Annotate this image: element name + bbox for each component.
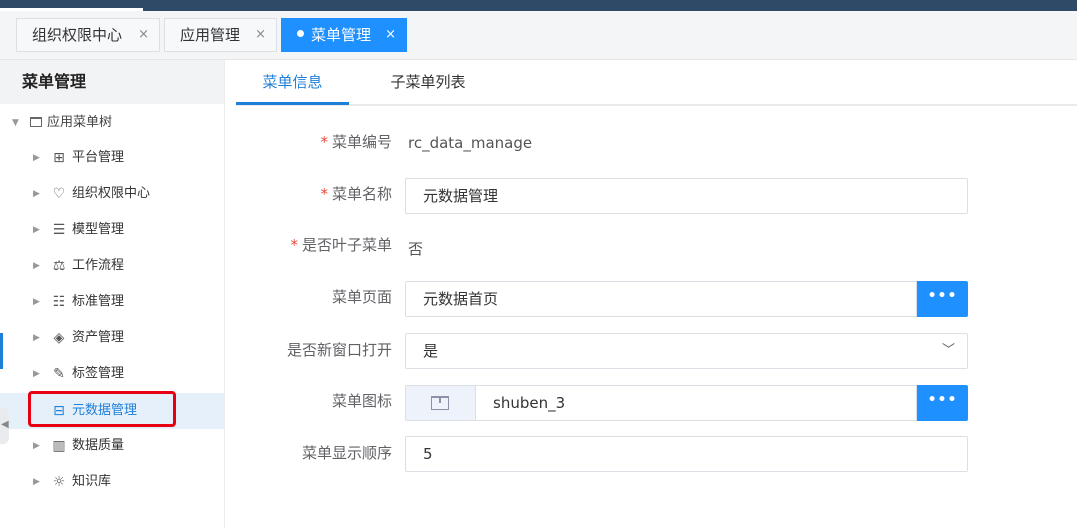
balance-scale-icon: ⚖ — [52, 258, 66, 274]
tree-node-model[interactable]: ▶ ☰ 模型管理 — [0, 212, 224, 248]
tree-node-asset[interactable]: ▶ ◈ 资产管理 — [0, 320, 224, 356]
field-label-text: 菜单编号 — [331, 133, 392, 151]
menu-page-input[interactable]: 元数据首页 — [405, 281, 917, 317]
page-tab-menu-management[interactable]: 菜单管理 × — [281, 18, 407, 52]
tree-node-knowledge[interactable]: ▶ ☼ 知识库 — [0, 464, 224, 500]
caret-right-icon[interactable]: ▶ — [33, 212, 40, 248]
menu-code-label: * 菜单编号 — [236, 131, 392, 152]
lightbulb-icon: ☼ — [52, 474, 66, 490]
layers-icon: ◈ — [53, 330, 65, 346]
page-tab-label: 组织权限中心 — [32, 26, 123, 44]
tab-ink-bar — [236, 102, 349, 105]
new-window-label: 是否新窗口打开 — [286, 341, 392, 359]
sidebar-collapse-handle[interactable]: ◀ — [0, 408, 9, 444]
tree-node-label: 标签管理 — [72, 366, 125, 381]
required-mark: * — [320, 185, 328, 203]
tree-node-label: 组织权限中心 — [72, 186, 151, 201]
tree-node-org-permission[interactable]: ▶ ♡ 组织权限中心 — [0, 176, 224, 212]
tree-node-label: 平台管理 — [72, 150, 125, 165]
folder-icon — [30, 117, 42, 127]
bar-chart-icon: ▥ — [52, 438, 66, 454]
tree-node-data-quality[interactable]: ▶ ▥ 数据质量 — [0, 428, 224, 464]
content-tabs: 菜单信息 子菜单列表 — [236, 60, 1077, 106]
is-leaf-label: * 是否叶子菜单 — [236, 234, 392, 255]
tree-node-workflow[interactable]: ▶ ⚖ 工作流程 — [0, 248, 224, 284]
field-label-text: 菜单名称 — [331, 185, 392, 203]
tree-node-tag[interactable]: ▶ ✎ 标签管理 — [0, 356, 224, 392]
required-mark: * — [320, 133, 328, 151]
icon-preview — [405, 385, 475, 421]
required-mark: * — [290, 236, 298, 254]
menu-icon-input[interactable]: shuben_3 — [475, 385, 917, 421]
caret-right-icon[interactable]: ▶ — [33, 176, 40, 212]
caret-right-icon[interactable]: ▶ — [33, 248, 40, 284]
menu-page-label: 菜单页面 — [331, 288, 392, 306]
page-tab-org-permission[interactable]: 组织权限中心 × — [16, 18, 160, 52]
field-label-text: 是否叶子菜单 — [301, 236, 392, 254]
page-tab-label: 菜单管理 — [311, 26, 372, 44]
display-order-label: 菜单显示顺序 — [301, 444, 392, 462]
menu-code-value: rc_data_manage — [408, 134, 533, 152]
new-window-select[interactable]: 是 ﹀ — [405, 333, 968, 369]
sidebar: 菜单管理 ▼ 应用菜单树 ▶ ⊞ 平台管理 ▶ ♡ 组织权限中心 ▶ ☰ 模型管… — [0, 60, 225, 528]
caret-right-icon[interactable]: ▶ — [33, 140, 40, 176]
edit-icon: ✎ — [53, 366, 65, 382]
caret-right-icon[interactable]: ▶ — [33, 428, 40, 464]
menu-name-label: * 菜单名称 — [236, 183, 392, 204]
tab-menu-info[interactable]: 菜单信息 — [236, 60, 349, 104]
menu-icon-label: 菜单图标 — [331, 392, 392, 410]
close-icon[interactable]: × — [385, 19, 396, 51]
tree-node-label: 标准管理 — [72, 294, 125, 309]
tree-node-platform[interactable]: ▶ ⊞ 平台管理 — [0, 140, 224, 176]
database-icon: ☰ — [52, 222, 66, 238]
close-icon[interactable]: × — [138, 19, 149, 51]
tab-submenu-list[interactable]: 子菜单列表 — [364, 60, 492, 104]
selection-marker — [0, 333, 3, 369]
top-header-bar — [0, 0, 1077, 11]
tree-node-label: 工作流程 — [72, 258, 125, 273]
active-dot-icon — [297, 30, 304, 37]
caret-down-icon[interactable]: ▼ — [12, 110, 19, 136]
page-tab-app-management[interactable]: 应用管理 × — [164, 18, 277, 52]
sidebar-title: 菜单管理 — [0, 60, 224, 104]
book-icon — [431, 396, 449, 410]
close-icon[interactable]: × — [255, 19, 266, 51]
menu-page-picker-button[interactable]: ••• — [917, 281, 968, 317]
tree-node-label: 知识库 — [72, 474, 112, 489]
tree-root[interactable]: ▼ 应用菜单树 — [0, 110, 224, 136]
grid-icon: ⊞ — [53, 150, 65, 166]
caret-right-icon[interactable]: ▶ — [33, 320, 40, 356]
display-order-input[interactable]: 5 — [405, 436, 968, 472]
new-window-selected-value: 是 — [423, 342, 439, 360]
highlight-box — [28, 391, 176, 427]
chevron-down-icon: ﹀ — [941, 343, 955, 358]
is-leaf-value: 否 — [408, 240, 424, 258]
heart-shield-icon: ♡ — [52, 186, 66, 202]
menu-name-input[interactable]: 元数据管理 — [405, 178, 968, 214]
tree-node-standard[interactable]: ▶ ☷ 标准管理 — [0, 284, 224, 320]
page-tab-strip: 组织权限中心 × 应用管理 × 菜单管理 × — [0, 11, 1077, 60]
caret-right-icon[interactable]: ▶ — [33, 464, 40, 500]
page-tab-label: 应用管理 — [180, 26, 241, 44]
tree-node-label: 资产管理 — [72, 330, 125, 345]
menu-icon-picker-button[interactable]: ••• — [917, 385, 968, 421]
caret-right-icon[interactable]: ▶ — [33, 284, 40, 320]
list-icon: ☷ — [52, 294, 66, 310]
tree-root-label: 应用菜单树 — [47, 115, 113, 130]
caret-right-icon[interactable]: ▶ — [33, 356, 40, 392]
tree-node-label: 数据质量 — [72, 438, 125, 453]
chevron-left-icon: ◀ — [1, 419, 9, 430]
tree-node-label: 模型管理 — [72, 222, 125, 237]
